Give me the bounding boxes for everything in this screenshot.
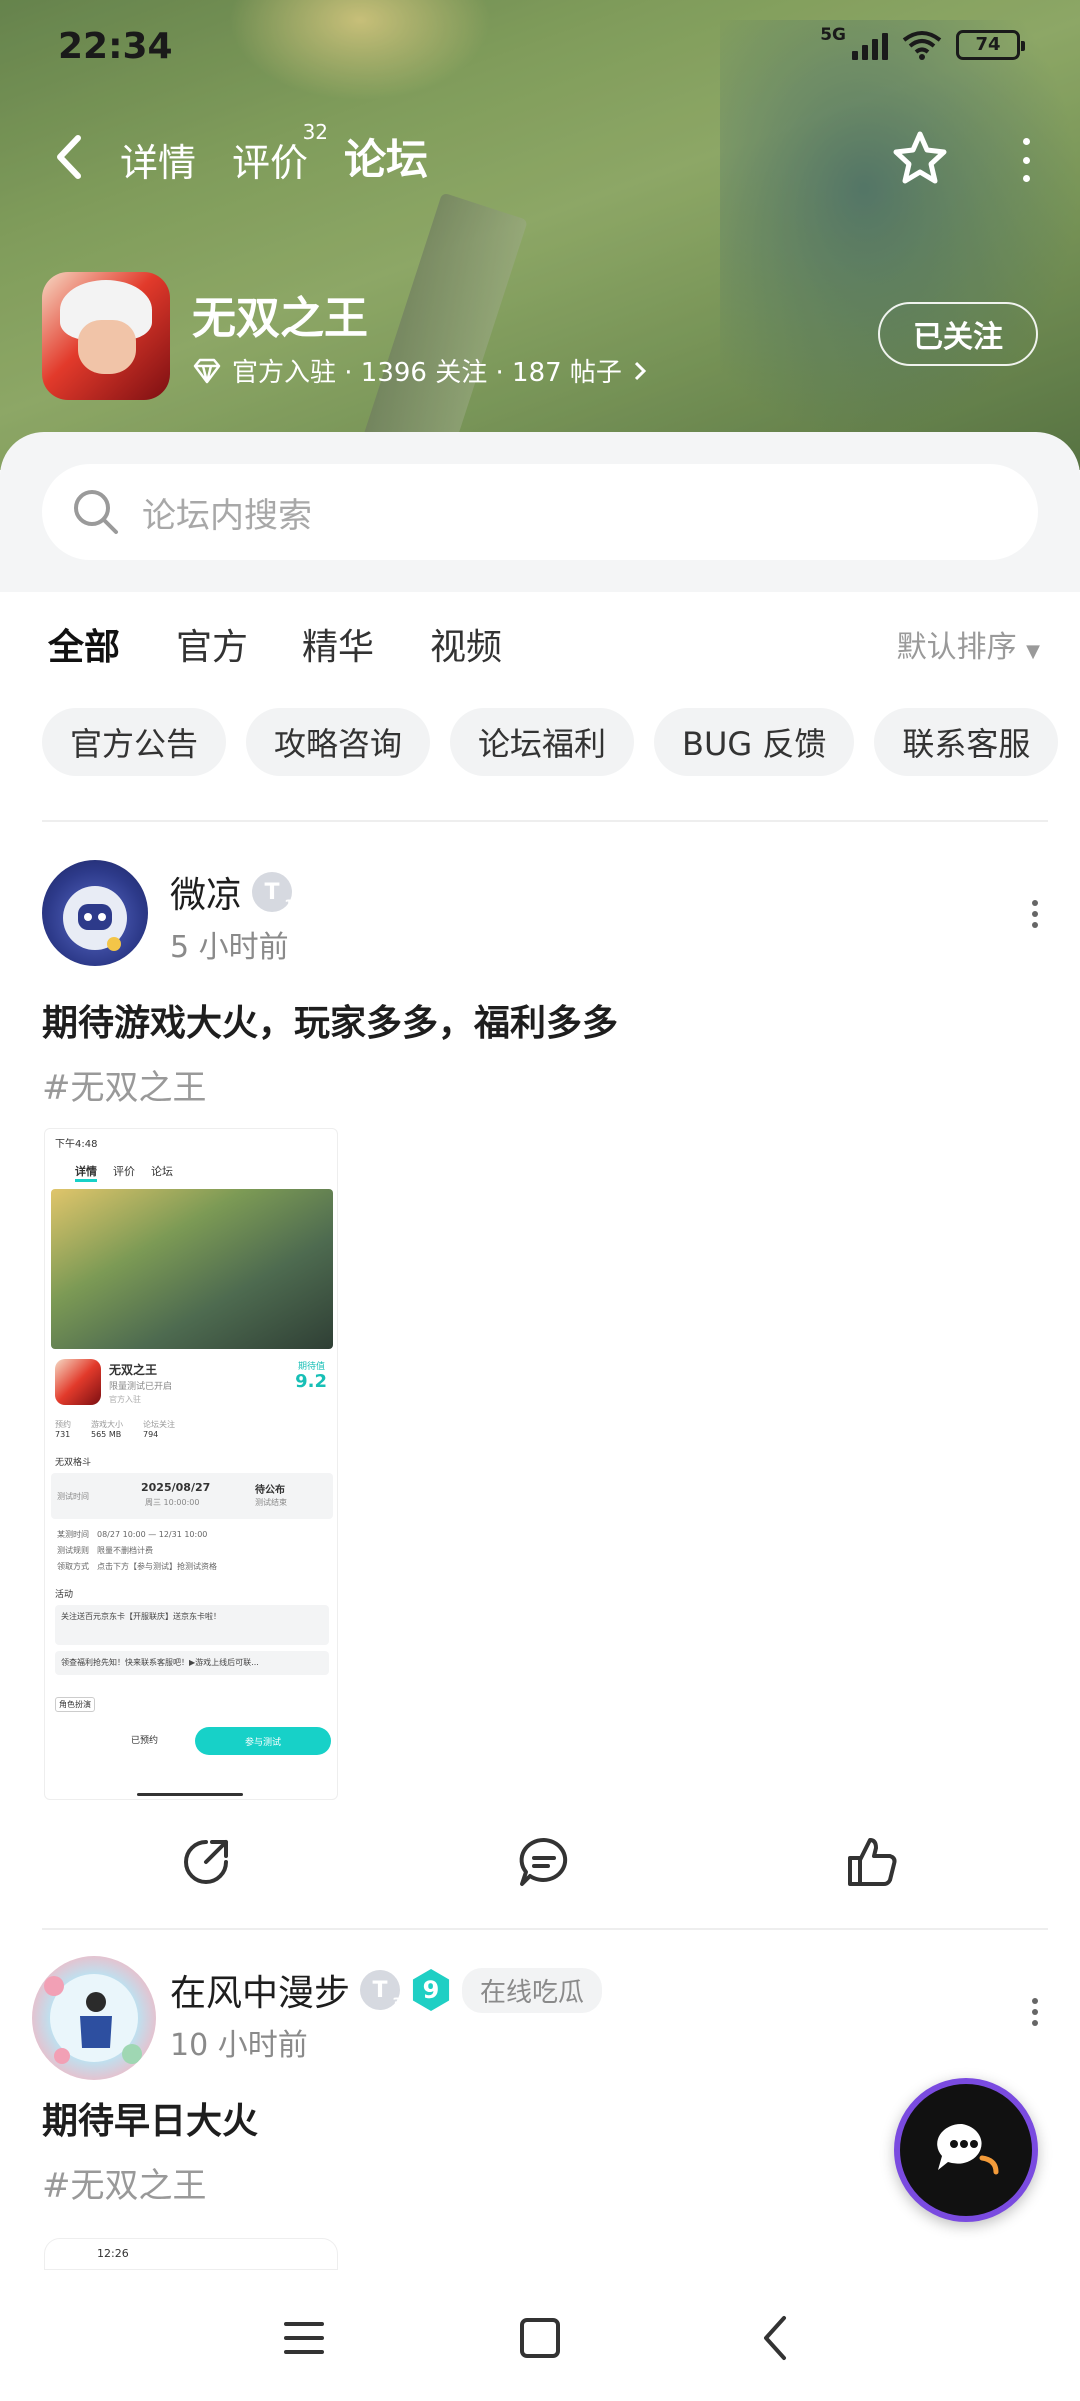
follow-button[interactable]: 已关注 (878, 302, 1038, 366)
home-icon[interactable] (512, 2310, 568, 2366)
post-time: 10 小时前 (170, 2028, 308, 2063)
divider (42, 820, 1048, 822)
review-count-badge: 32 (302, 120, 329, 144)
robot-avatar-icon (63, 886, 127, 951)
like-icon[interactable] (842, 1832, 902, 1892)
comment-icon[interactable] (514, 1832, 574, 1892)
top-navigation: 详情 评价 32 论坛 (50, 120, 1040, 200)
shot-banner (51, 1189, 333, 1349)
filter-tab-video[interactable]: 视频 (430, 618, 502, 670)
level-badge: T3 (360, 1970, 402, 2012)
filter-tab-official[interactable]: 官方 (176, 618, 248, 670)
post-menu-icon[interactable] (1030, 1998, 1040, 2026)
post-title[interactable]: 期待早日大火 (42, 2092, 258, 2144)
divider (42, 1928, 1048, 1930)
menu-icon[interactable] (276, 2310, 332, 2366)
post-menu-icon[interactable] (1030, 900, 1040, 928)
chat-bubble-icon (937, 2123, 999, 2175)
post-username[interactable]: 在风中漫步 (170, 1964, 350, 2016)
post-title[interactable]: 期待游戏大火，玩家多多，福利多多 (42, 994, 618, 1046)
post-topic-tag[interactable]: #无双之王 (42, 2158, 207, 2207)
share-icon[interactable] (176, 1832, 236, 1892)
search-panel: 论坛内搜索 (0, 432, 1080, 592)
tab-details[interactable]: 详情 (120, 132, 196, 187)
more-options-icon[interactable] (1016, 138, 1036, 182)
system-navigation-bar (0, 2270, 1080, 2401)
game-icon[interactable] (42, 272, 170, 400)
tab-reviews[interactable]: 评价 32 (232, 120, 328, 187)
chip-official-notice[interactable]: 官方公告 (42, 708, 227, 776)
status-bar: 22:34 5G 74 (58, 22, 1040, 78)
shot-status-time: 下午4:48 (55, 1139, 98, 1150)
chip-welfare[interactable]: 论坛福利 (450, 708, 635, 776)
status-time: 22:34 (58, 26, 173, 67)
filter-tab-all[interactable]: 全部 (48, 618, 120, 674)
game-info: 无双之王 官方入驻 · 1396 关注 · 187 帖子 已关注 (42, 272, 1038, 404)
filter-tabs: 全部 官方 精华 视频 默认排序 ▼ (48, 618, 1040, 678)
rank-badge-icon: 9 (412, 1969, 450, 2011)
favorite-star-icon[interactable] (888, 126, 952, 190)
post-image[interactable]: 下午4:48 详情 评价 论坛 无双之王 限量测试已开启 官方入驻 期待值 9.… (44, 1128, 338, 1800)
search-placeholder: 论坛内搜索 (142, 495, 312, 536)
post-topic-tag[interactable]: #无双之王 (42, 1060, 207, 1109)
person-avatar-icon (44, 1974, 142, 2064)
dropdown-arrow-icon: ▼ (1026, 641, 1040, 662)
filter-tab-featured[interactable]: 精华 (302, 618, 374, 670)
search-icon (74, 490, 118, 534)
chevron-right-icon (634, 361, 647, 380)
post-username[interactable]: 微凉 (170, 866, 242, 918)
post-image[interactable]: 12:26 (44, 2238, 338, 2270)
chip-guide[interactable]: 攻略咨询 (246, 708, 431, 776)
chat-floating-button[interactable] (894, 2078, 1038, 2222)
post-actions (0, 1832, 1080, 1912)
network-label: 5G (820, 25, 846, 45)
battery-icon: 74 (956, 30, 1025, 60)
chip-bug-feedback[interactable]: BUG 反馈 (654, 708, 855, 776)
avatar[interactable] (32, 1956, 156, 2080)
back-icon[interactable] (50, 132, 90, 182)
signal-icon (852, 30, 888, 60)
category-chips: 官方公告 攻略咨询 论坛福利 BUG 反馈 联系客服 (42, 708, 1059, 776)
avatar[interactable] (42, 860, 148, 966)
diamond-icon (193, 358, 221, 383)
search-input[interactable]: 论坛内搜索 (42, 464, 1038, 560)
game-meta[interactable]: 官方入驻 · 1396 关注 · 187 帖子 (192, 352, 648, 389)
wifi-icon (902, 31, 942, 60)
post-time: 5 小时前 (170, 930, 289, 965)
back-icon[interactable] (748, 2310, 804, 2366)
sort-dropdown[interactable]: 默认排序 ▼ (897, 622, 1040, 666)
game-name: 无双之王 (192, 293, 368, 344)
level-badge: T1 (252, 872, 294, 914)
tab-forum[interactable]: 论坛 (344, 126, 429, 191)
chip-customer-service[interactable]: 联系客服 (874, 708, 1059, 776)
user-status-tag: 在线吃瓜 (462, 1967, 603, 2013)
